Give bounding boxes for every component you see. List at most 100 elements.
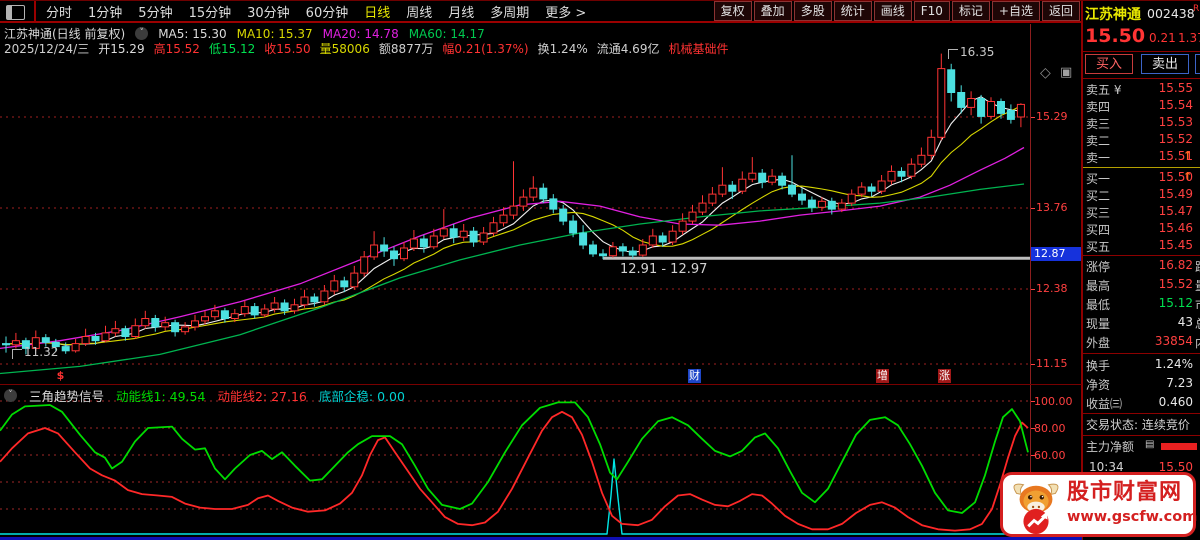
chevron-down-icon[interactable]: ˅ [135, 27, 148, 40]
panel-toggle-icon[interactable] [6, 5, 25, 20]
sidebar-row[interactable]: 卖四15.54 [1083, 98, 1200, 114]
indicator-axis-label: 60.00 [1034, 449, 1066, 462]
divider [1083, 51, 1200, 52]
window-gadget-icon[interactable]: ▣ [1060, 65, 1072, 80]
price-axis-label: 12.38 [1036, 282, 1068, 295]
row-value: 15.53 [1083, 115, 1193, 129]
collapse-icon[interactable]: ˅ [4, 389, 17, 402]
ohlc-field: 流通4.69亿 [597, 40, 660, 57]
event-marker[interactable]: 增 [876, 369, 889, 383]
annotation-pointer-icon [12, 349, 22, 359]
clipped-label: 内 [1195, 334, 1200, 351]
annotation-pointer-icon [948, 49, 958, 59]
price-axis-label: 15.29 [1036, 110, 1068, 123]
clipped-label: 市 [1195, 296, 1200, 313]
divider [1083, 435, 1200, 436]
sidebar-row[interactable]: 卖一15.51↑ [1083, 149, 1200, 165]
timeframe-item[interactable]: 30分钟 [247, 2, 290, 21]
indicator-value-label: 底部企稳: 0.00 [319, 386, 405, 405]
ma-label: MA60: 14.17 [409, 27, 485, 41]
up-arrow-icon: ↑ [1183, 149, 1192, 162]
timeframe-item[interactable]: 周线 [406, 2, 432, 21]
ohlc-field: 换1.24% [538, 40, 588, 57]
sidebar-row[interactable]: 卖二15.52 [1083, 132, 1200, 148]
timeframe-item[interactable]: 日线 [364, 2, 390, 21]
indicator-name: 三角趋势信号 [29, 386, 104, 405]
sell-button[interactable]: 卖出 [1141, 54, 1189, 74]
sidebar-row[interactable]: 买五15.45 [1083, 238, 1200, 254]
timeframe-item[interactable]: 15分钟 [189, 2, 232, 21]
clipped-label: 总 [1195, 315, 1200, 332]
timeframe-item[interactable]: 60分钟 [306, 2, 349, 21]
sidebar-row[interactable]: 涨停16.82跌 [1083, 258, 1200, 277]
ohlc-fields: 开15.29高15.52低15.12收15.50量58006额8877万幅0.2… [98, 40, 728, 57]
tool-menu-item[interactable]: 返回 [1042, 1, 1080, 21]
tools-menu: 复权叠加多股统计画线F10标记+自选返回 [714, 1, 1080, 21]
diamond-gadget-icon[interactable]: ◇ [1040, 65, 1051, 81]
timeframe-item[interactable]: 多周期 [490, 2, 529, 21]
row-value: 7.23 [1083, 376, 1193, 390]
sidebar-stock-code: 002438 [1147, 6, 1195, 21]
sidebar-row[interactable]: 最高15.52量 [1083, 277, 1200, 296]
tool-menu-item[interactable]: 多股 [794, 1, 832, 21]
buy-button[interactable]: 买入 [1085, 54, 1133, 74]
price-change: 0.21 [1149, 31, 1176, 45]
sidebar-row[interactable]: 买一15.50↑ [1083, 170, 1200, 186]
extra-button[interactable] [1195, 54, 1200, 74]
support-range-annotation: 12.91 - 12.97 [620, 262, 707, 277]
row-value: 15.47 [1083, 204, 1193, 218]
sidebar-row[interactable]: 净资7.23 [1083, 376, 1200, 395]
bar-date: 2025/12/24/三 [4, 40, 89, 57]
watermark-badge: 股市财富网 www.gscfw.com [1000, 472, 1196, 537]
sidebar-row[interactable]: 最低15.12市 [1083, 296, 1200, 315]
event-marker[interactable]: 财 [688, 369, 701, 383]
row-value: 15.52 [1083, 132, 1193, 146]
divider [1083, 353, 1200, 354]
tool-menu-item[interactable]: 复权 [714, 1, 752, 21]
tool-menu-item[interactable]: 统计 [834, 1, 872, 21]
tool-menu-item[interactable]: 画线 [874, 1, 912, 21]
timeframe-item[interactable]: 月线 [448, 2, 474, 21]
row-value: 15.55 [1083, 81, 1193, 95]
sidebar-row[interactable]: 买三15.47 [1083, 204, 1200, 220]
tool-menu-item[interactable]: 标记 [952, 1, 990, 21]
row-value: 15.52 [1083, 277, 1193, 291]
main-force-bar [1161, 443, 1197, 450]
axis-border [1030, 24, 1031, 537]
sidebar-row[interactable]: 外盘33854内 [1083, 334, 1200, 353]
ohlc-field: 低15.12 [209, 40, 255, 57]
indicator-axis-label: 80.00 [1034, 422, 1066, 435]
watermark-url[interactable]: www.gscfw.com [1067, 506, 1197, 528]
menu-divider [34, 1, 36, 21]
tool-menu-item[interactable]: 叠加 [754, 1, 792, 21]
sidebar-row[interactable]: 买四15.46 [1083, 221, 1200, 237]
sidebar-row[interactable]: 收益㈢0.460 [1083, 395, 1200, 414]
sidebar-row[interactable]: 现量43总 [1083, 315, 1200, 334]
row-value: 15.46 [1083, 221, 1193, 235]
timeframe-menu: 分时 1分钟 5分钟 15分钟 30分钟 60分钟日线周线月线多周期更多 > [46, 2, 586, 21]
row-value: 15.51 [1083, 149, 1193, 163]
chart-canvas[interactable] [0, 1, 1030, 537]
row-value: 15.54 [1083, 98, 1193, 112]
ma-label: MA20: 14.78 [323, 27, 399, 41]
event-marker[interactable]: 涨 [938, 369, 951, 383]
timeframe-item[interactable]: 更多 > [545, 2, 586, 21]
main-force-label[interactable]: 主力净额 [1086, 438, 1134, 455]
indicator-value-label: 动能线1: 49.54 [116, 386, 205, 405]
indicator-value-label: 动能线2: 27.16 [217, 386, 306, 405]
sidebar-row[interactable]: 买二15.49 [1083, 187, 1200, 203]
price-axis-label: 11.15 [1036, 357, 1068, 370]
sidebar-stock-name[interactable]: 江苏神通 [1085, 4, 1141, 24]
watermark-title: 股市财富网 [1067, 480, 1197, 506]
tool-menu-item[interactable]: +自选 [992, 1, 1040, 21]
sidebar-row[interactable]: 卖三15.53 [1083, 115, 1200, 131]
tool-menu-item[interactable]: F10 [914, 1, 950, 21]
timeframe-item[interactable]: 5分钟 [138, 2, 172, 21]
timeframe-item[interactable]: 1分钟 [88, 2, 122, 21]
row-value: 15.12 [1083, 296, 1193, 310]
sidebar-row[interactable]: 换手1.24% [1083, 357, 1200, 376]
sidebar-row[interactable]: 卖五 ¥15.55 [1083, 81, 1200, 97]
timeframe-item[interactable]: 分时 [46, 2, 72, 21]
event-marker[interactable]: $ [54, 369, 67, 383]
ohlc-field: 幅0.21(1.37%) [442, 40, 528, 57]
